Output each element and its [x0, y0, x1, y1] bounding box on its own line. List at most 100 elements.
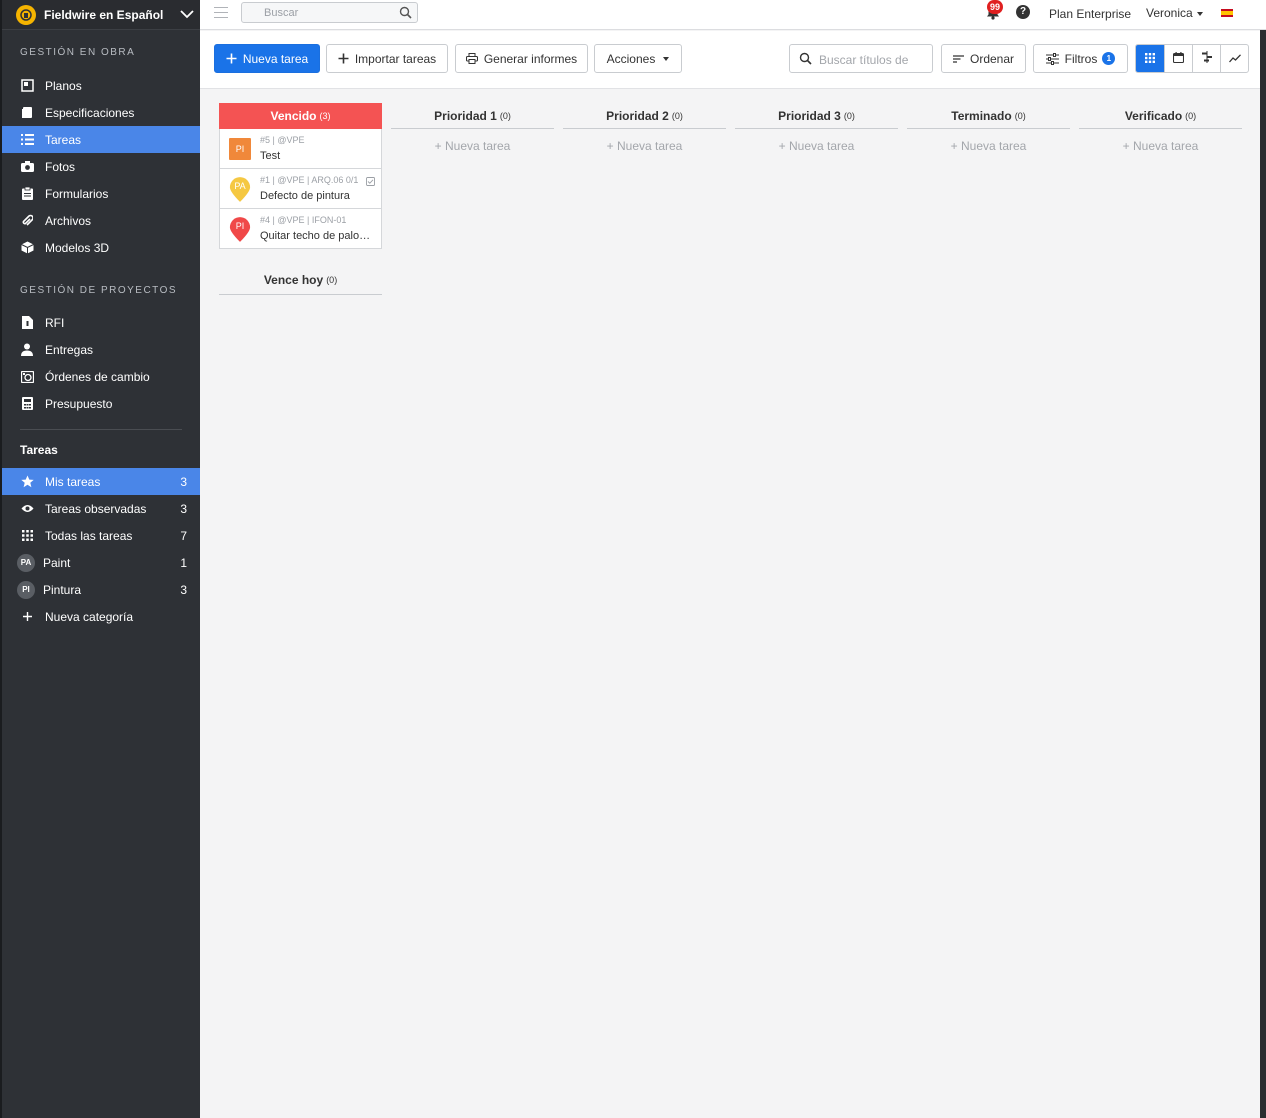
- menu-icon[interactable]: [214, 7, 228, 18]
- column-count: (0): [843, 110, 855, 121]
- task-marker-square: PI: [229, 138, 251, 160]
- sidebar-item-label: Especificaciones: [45, 105, 135, 120]
- sidebar-item-label: Mis tareas: [45, 474, 101, 489]
- task-card[interactable]: PI #5 | @VPE Test: [219, 129, 382, 169]
- task-marker-pin: PI: [229, 216, 251, 244]
- user-menu[interactable]: Veronica: [1146, 6, 1203, 20]
- list-icon: [20, 133, 34, 147]
- sidebar-item-modelos-3d[interactable]: Modelos 3D: [2, 234, 200, 261]
- column-terminado: Terminado (0) + Nueva tarea: [907, 103, 1070, 163]
- item-count: 3: [180, 501, 187, 516]
- caret-down-icon: [1196, 11, 1203, 16]
- new-task-link[interactable]: + Nueva tarea: [1079, 129, 1242, 163]
- board-view-button[interactable]: [1136, 45, 1164, 72]
- sidebar-item-tareas-observadas[interactable]: Tareas observadas 3: [2, 495, 200, 522]
- new-task-link[interactable]: + Nueva tarea: [391, 129, 554, 163]
- sidebar-item-label: Archivos: [45, 213, 92, 228]
- rfi-doc-icon: [20, 316, 34, 330]
- task-initials: PA: [234, 181, 246, 191]
- task-initials: PI: [235, 144, 245, 154]
- filters-label: Filtros: [1064, 51, 1098, 66]
- sidebar-item-label: Todas las tareas: [45, 528, 133, 543]
- plus-icon: [20, 610, 34, 624]
- sidebar-item-label: Tareas: [45, 132, 82, 147]
- chevron-down-icon[interactable]: [174, 10, 200, 19]
- column-count: (0): [1014, 110, 1026, 121]
- checklist-icon: [366, 175, 375, 189]
- sidebar-item-archivos[interactable]: Archivos: [2, 207, 200, 234]
- calendar-icon: [1172, 51, 1185, 66]
- task-meta: #5 | @VPE: [260, 135, 305, 145]
- column-count: (3): [319, 111, 331, 121]
- column-title: Prioridad 1: [434, 108, 497, 123]
- cube-icon: [20, 241, 34, 255]
- global-search-input[interactable]: Buscar: [241, 2, 418, 23]
- sidebar-item-todas-las-tareas[interactable]: Todas las tareas 7: [2, 522, 200, 549]
- column-header[interactable]: Vence hoy (0): [219, 265, 382, 295]
- plan-link[interactable]: Plan Enterprise: [1049, 7, 1131, 21]
- import-tasks-button[interactable]: Importar tareas: [326, 44, 448, 73]
- column-header[interactable]: Vencido (3): [219, 103, 382, 129]
- spain-flag-icon[interactable]: [1221, 9, 1233, 17]
- column-title: Vence hoy: [263, 272, 324, 287]
- column-header[interactable]: Prioridad 1 (0): [391, 103, 554, 129]
- caret-down-icon: [663, 56, 670, 61]
- column-title: Verificado: [1124, 108, 1183, 123]
- plus-icon: [226, 53, 237, 64]
- sidebar-item-especificaciones[interactable]: Especificaciones: [2, 99, 200, 126]
- sidebar-item-mis-tareas[interactable]: Mis tareas 3: [2, 468, 200, 495]
- project-switcher[interactable]: Fieldwire en Español: [2, 0, 200, 30]
- generate-reports-button[interactable]: Generar informes: [455, 44, 588, 73]
- calendar-view-button[interactable]: [1164, 45, 1192, 72]
- new-task-link[interactable]: + Nueva tarea: [907, 129, 1070, 163]
- item-count: 3: [180, 582, 187, 597]
- sidebar-item-label: Formularios: [45, 186, 109, 201]
- sort-icon: [952, 54, 964, 63]
- gantt-icon: [1201, 51, 1213, 66]
- tasks-toolbar: Nueva tarea Importar tareas Generar info…: [200, 31, 1266, 89]
- task-initials: PI: [235, 221, 245, 231]
- filters-button[interactable]: Filtros 1: [1033, 44, 1128, 73]
- sidebar-item-planos[interactable]: Planos: [2, 72, 200, 99]
- new-task-label: Nueva tarea: [242, 51, 309, 66]
- new-task-link[interactable]: + Nueva tarea: [735, 129, 898, 163]
- actions-label: Acciones: [606, 51, 656, 66]
- sort-button[interactable]: Ordenar: [941, 44, 1026, 73]
- sidebar-item-entregas[interactable]: Entregas: [2, 336, 200, 363]
- tareas-section-title: Tareas: [20, 443, 58, 457]
- column-header[interactable]: Terminado (0): [907, 103, 1070, 129]
- camera-icon: [20, 160, 34, 174]
- sidebar-item-formularios[interactable]: Formularios: [2, 180, 200, 207]
- sidebar-item-paint[interactable]: PA Paint 1: [2, 549, 200, 576]
- sidebar-item-label: Modelos 3D: [45, 240, 110, 255]
- calculator-icon: [20, 397, 34, 411]
- sidebar-item-rfi[interactable]: RFI: [2, 309, 200, 336]
- new-task-button[interactable]: Nueva tarea: [214, 44, 320, 73]
- column-header[interactable]: Prioridad 2 (0): [563, 103, 726, 129]
- sidebar-item-ordenes-de-cambio[interactable]: Órdenes de cambio: [2, 363, 200, 390]
- sidebar-item-nueva-categoria[interactable]: Nueva categoría: [2, 603, 200, 630]
- sidebar-item-pintura[interactable]: PI Pintura 3: [2, 576, 200, 603]
- sidebar-item-presupuesto[interactable]: Presupuesto: [2, 390, 200, 417]
- grid-dots-icon: [20, 529, 34, 543]
- grid-icon: [1145, 52, 1155, 66]
- new-task-link[interactable]: + Nueva tarea: [563, 129, 726, 163]
- column-title: Prioridad 2: [606, 108, 669, 123]
- task-marker-pin: PA: [229, 176, 251, 204]
- task-card[interactable]: PI #4 | @VPE | IFON-01 Quitar techo de p…: [219, 209, 382, 249]
- task-title: Defecto de pintura: [260, 190, 350, 202]
- sidebar-item-label: Nueva categoría: [45, 609, 134, 624]
- analytics-view-button[interactable]: [1220, 45, 1248, 72]
- column-header[interactable]: Prioridad 3 (0): [735, 103, 898, 129]
- gantt-view-button[interactable]: [1192, 45, 1220, 72]
- paperclip-icon: [20, 214, 34, 228]
- sidebar-item-tareas[interactable]: Tareas: [2, 126, 200, 153]
- help-icon[interactable]: ?: [1016, 5, 1030, 19]
- task-title-search-input[interactable]: Buscar títulos de: [789, 44, 933, 73]
- column-header[interactable]: Verificado (0): [1079, 103, 1242, 129]
- task-card[interactable]: PA #1 | @VPE | ARQ.06 0/1 Defecto de pin…: [219, 169, 382, 209]
- actions-dropdown[interactable]: Acciones: [594, 44, 682, 73]
- sidebar-item-label: Fotos: [45, 159, 76, 174]
- sidebar-item-fotos[interactable]: Fotos: [2, 153, 200, 180]
- column-title: Prioridad 3: [778, 108, 841, 123]
